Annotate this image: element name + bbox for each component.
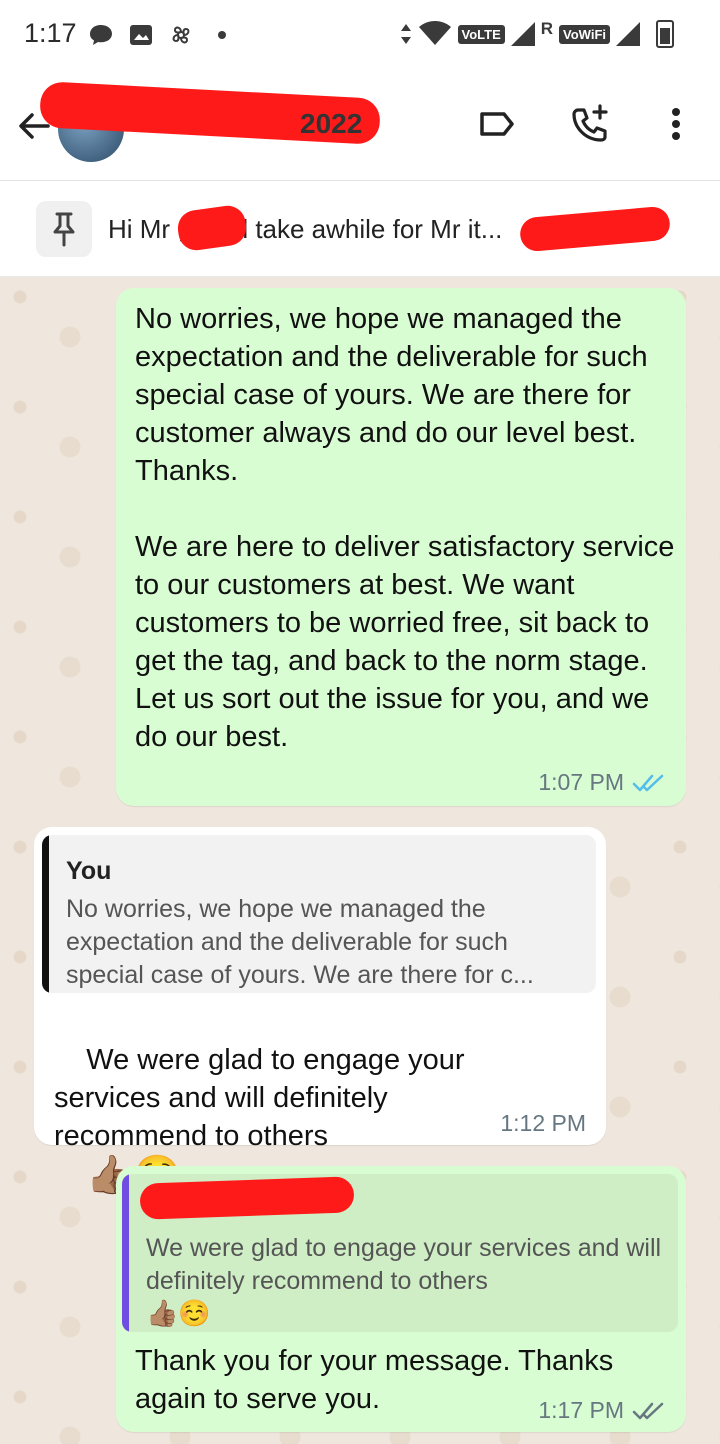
chat-bubble-icon: [90, 25, 112, 45]
redaction-mark: [139, 1176, 355, 1220]
quoted-message[interactable]: You No worries, we hope we managed the e…: [42, 835, 596, 993]
signal-icon: [510, 22, 535, 46]
chat-header: 2022: [0, 72, 720, 181]
add-call-icon[interactable]: [568, 102, 612, 146]
data-arrows-icon: [400, 24, 411, 44]
read-ticks-icon: [632, 774, 664, 791]
gallery-icon: [130, 25, 152, 45]
vowifi-badge: VoWiFi: [559, 24, 610, 44]
message-bubble-incoming[interactable]: You No worries, we hope we managed the e…: [34, 827, 606, 1194]
quote-emoji: 👍🏽☺️: [146, 1298, 211, 1328]
message-time: 1:12 PM: [500, 1110, 586, 1136]
quote-text: No worries, we hope we managed the expec…: [66, 895, 534, 989]
pin-icon: [36, 201, 92, 257]
more-vert-icon[interactable]: [654, 102, 698, 146]
quote-text: We were glad to engage your services and…: [146, 1234, 662, 1295]
message-bubble-outgoing[interactable]: No worries, we hope we managed the expec…: [116, 288, 686, 806]
status-bar: 1:17 VoLTE R VoWiFi: [0, 0, 720, 72]
label-icon[interactable]: [474, 102, 518, 146]
message-text: We were glad to engage your services and…: [54, 1044, 473, 1152]
pinwheel-icon: [172, 26, 190, 44]
volte-badge: VoLTE: [457, 24, 505, 44]
message-text: No worries, we hope we managed the expec…: [135, 303, 675, 753]
message-time: 1:17 PM: [538, 1397, 624, 1423]
contact-name[interactable]: 2022: [300, 108, 362, 140]
quote-author: You: [66, 857, 112, 885]
battery-icon: [656, 20, 674, 48]
status-time: 1:17: [24, 18, 77, 48]
signal-icon-2: [616, 22, 640, 46]
notification-dot-icon: [218, 31, 226, 39]
message-time: 1:07 PM: [538, 769, 624, 795]
wifi-icon: [418, 21, 451, 45]
delivered-ticks-icon: [632, 1402, 664, 1419]
roaming-indicator: R: [540, 19, 554, 38]
